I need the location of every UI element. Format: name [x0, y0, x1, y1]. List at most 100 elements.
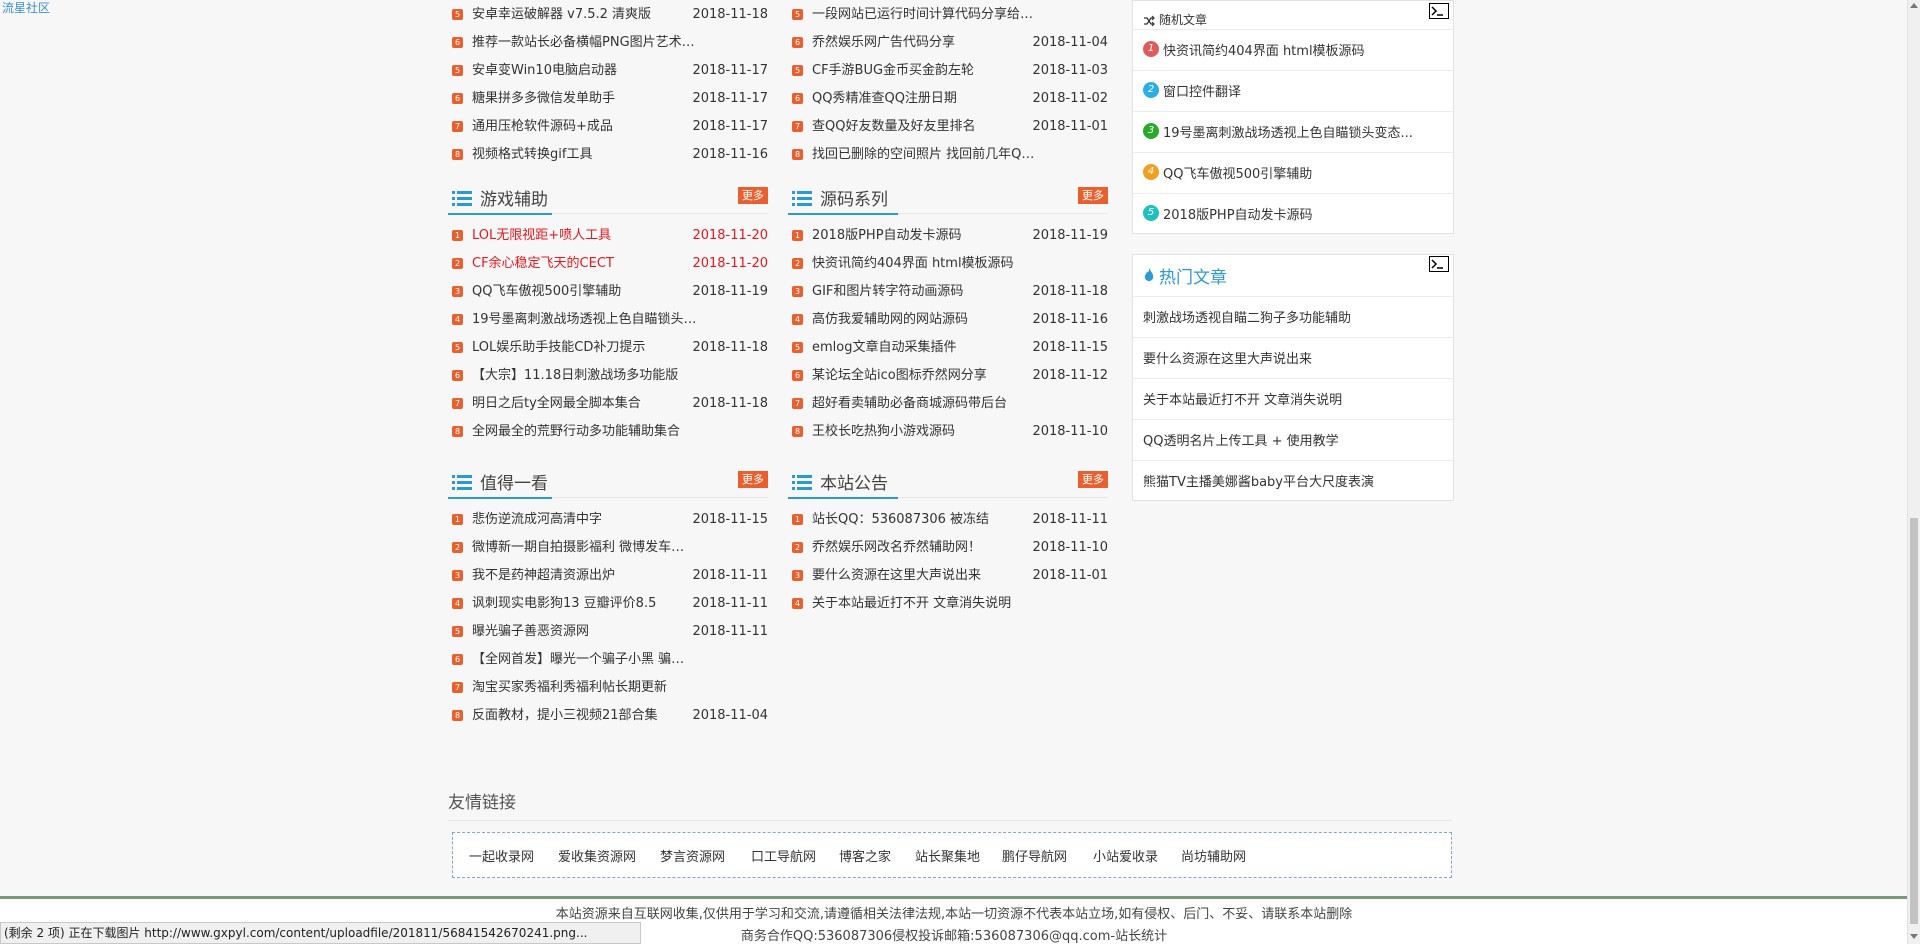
article-link[interactable]: 全网最全的荒野行动多功能辅助集合 — [472, 418, 697, 446]
friend-link[interactable]: 口工导航网 — [751, 846, 816, 865]
article-link[interactable]: 安卓幸运破解器 v7.5.2 清爽版 — [472, 1, 697, 29]
more-button[interactable]: 更多 — [738, 471, 768, 488]
list-item[interactable]: 5 CF手游BUG金币买金韵左轮 2018-11-03 — [788, 57, 1108, 85]
article-link[interactable]: 我不是药神超清资源出炉 — [472, 562, 697, 590]
article-link[interactable]: LOL无限视距+喷人工具 — [472, 222, 697, 250]
article-link[interactable]: 微博新一期自拍摄影福利 微博发车停不下来 — [472, 534, 697, 562]
article-link[interactable]: 站长QQ：536087306 被冻结 — [812, 506, 1037, 534]
list-item[interactable]: 3 我不是药神超清资源出炉 2018-11-11 — [448, 562, 768, 590]
list-item[interactable]: 1 LOL无限视距+喷人工具 2018-11-20 — [448, 222, 768, 250]
article-link[interactable]: 超好看卖辅助必备商城源码带后台 — [812, 390, 1037, 418]
hot-article-item[interactable]: 关于本站最近打不开 文章消失说明 — [1133, 378, 1453, 419]
list-item[interactable]: 3 要什么资源在这里大声说出来 2018-11-01 — [788, 562, 1108, 590]
hot-article-item[interactable]: QQ透明名片上传工具 + 使用教学 — [1133, 419, 1453, 460]
article-link[interactable]: 一段网站已运行时间计算代码分享给大家 — [812, 1, 1037, 29]
article-link[interactable]: 要什么资源在这里大声说出来 — [812, 562, 1037, 590]
list-item[interactable]: 8 视频格式转换gif工具 2018-11-16 — [448, 141, 768, 169]
article-link[interactable]: 淘宝买家秀福利秀福利帖长期更新 — [472, 674, 697, 702]
list-item[interactable]: 7 查QQ好友数量及好友里排名 2018-11-01 — [788, 113, 1108, 141]
friend-link[interactable]: 一起收录网 — [469, 846, 534, 865]
random-article-item[interactable]: 3 19号墨离刺激战场透视上色自瞄锁头变态... — [1133, 111, 1453, 152]
article-link[interactable]: 刺激战场透视自瞄二狗子多功能辅助 — [1143, 307, 1428, 326]
scroll-down-arrow-icon[interactable] — [1910, 934, 1918, 939]
list-item[interactable]: 5 一段网站已运行时间计算代码分享给大家 — [788, 1, 1108, 29]
list-item[interactable]: 1 悲伤逆流成河高清中字 2018-11-15 — [448, 506, 768, 534]
list-item[interactable]: 2 快资讯简约404界面 html模板源码 — [788, 250, 1108, 278]
article-link[interactable]: 明日之后ty全网最全脚本集合 — [472, 390, 697, 418]
article-link[interactable]: 王校长吃热狗小游戏源码 — [812, 418, 1037, 446]
article-link[interactable]: 高仿我爱辅助网的网站源码 — [812, 306, 1037, 334]
random-article-item[interactable]: 1 快资讯简约404界面 html模板源码 — [1133, 29, 1453, 70]
list-item[interactable]: 4 19号墨离刺激战场透视上色自瞄锁头变态脚本 — [448, 306, 768, 334]
list-item[interactable]: 7 通用压枪软件源码+成品 2018-11-17 — [448, 113, 768, 141]
article-link[interactable]: 19号墨离刺激战场透视上色自瞄锁头变态脚本 — [472, 306, 697, 334]
more-button[interactable]: 更多 — [738, 187, 768, 204]
article-link[interactable]: 通用压枪软件源码+成品 — [472, 113, 697, 141]
article-link[interactable]: 反面教材，提小三视频21部合集 — [472, 702, 697, 730]
more-button[interactable]: 更多 — [1078, 471, 1108, 488]
list-item[interactable]: 6 乔然娱乐网广告代码分享 2018-11-04 — [788, 29, 1108, 57]
list-item[interactable]: 5 LOL娱乐助手技能CD补刀提示 2018-11-18 — [448, 334, 768, 362]
random-article-item[interactable]: 5 2018版PHP自动发卡源码 — [1133, 193, 1453, 234]
terminal-icon[interactable] — [1429, 256, 1449, 272]
article-link[interactable]: 曝光骗子善恶资源网 — [472, 618, 697, 646]
article-link[interactable]: QQ透明名片上传工具 + 使用教学 — [1143, 430, 1428, 449]
friend-link[interactable]: 爱收集资源网 — [558, 846, 636, 865]
article-link[interactable]: 推荐一款站长必备横幅PNG图片艺术字在线... — [472, 29, 697, 57]
list-item[interactable]: 4 关于本站最近打不开 文章消失说明 — [788, 590, 1108, 618]
random-article-item[interactable]: 4 QQ飞车傲视500引擎辅助 — [1133, 152, 1453, 193]
article-link[interactable]: 关于本站最近打不开 文章消失说明 — [812, 590, 1037, 618]
article-link[interactable]: 熊猫TV主播美娜酱baby平台大尺度表演 — [1143, 471, 1428, 490]
article-link[interactable]: 视频格式转换gif工具 — [472, 141, 697, 169]
friend-link[interactable]: 小站爱收录 — [1093, 846, 1158, 865]
article-link[interactable]: 2018版PHP自动发卡源码 — [1163, 204, 1448, 223]
article-link[interactable]: QQ飞车傲视500引擎辅助 — [1163, 163, 1448, 182]
list-item[interactable]: 8 全网最全的荒野行动多功能辅助集合 — [448, 418, 768, 446]
article-link[interactable]: CF余心稳定飞天的CECT — [472, 250, 697, 278]
list-item[interactable]: 7 超好看卖辅助必备商城源码带后台 — [788, 390, 1108, 418]
hot-article-item[interactable]: 要什么资源在这里大声说出来 — [1133, 337, 1453, 378]
article-link[interactable]: 乔然娱乐网改名乔然辅助网！ — [812, 534, 1037, 562]
list-item[interactable]: 5 安卓幸运破解器 v7.5.2 清爽版 2018-11-18 — [448, 1, 768, 29]
list-item[interactable]: 5 安卓变Win10电脑启动器 2018-11-17 — [448, 57, 768, 85]
list-item[interactable]: 2 微博新一期自拍摄影福利 微博发车停不下来 — [448, 534, 768, 562]
article-link[interactable]: 安卓变Win10电脑启动器 — [472, 57, 697, 85]
list-item[interactable]: 6 【大宗】11.18日刺激战场多功能版 — [448, 362, 768, 390]
article-link[interactable]: 要什么资源在这里大声说出来 — [1143, 348, 1428, 367]
terminal-icon[interactable] — [1429, 3, 1449, 19]
article-link[interactable]: CF手游BUG金币买金韵左轮 — [812, 57, 1037, 85]
list-item[interactable]: 5 emlog文章自动采集插件 2018-11-15 — [788, 334, 1108, 362]
article-link[interactable]: QQ秀精准查QQ注册日期 — [812, 85, 1037, 113]
article-link[interactable]: 2018版PHP自动发卡源码 — [812, 222, 1037, 250]
friend-link[interactable]: 博客之家 — [839, 846, 891, 865]
list-item[interactable]: 6 糖果拼多多微信发单助手 2018-11-17 — [448, 85, 768, 113]
list-item[interactable]: 7 明日之后ty全网最全脚本集合 2018-11-18 — [448, 390, 768, 418]
friend-link[interactable]: 鹏仔导航网 — [1002, 846, 1067, 865]
article-link[interactable]: 查QQ好友数量及好友里排名 — [812, 113, 1037, 141]
article-link[interactable]: 关于本站最近打不开 文章消失说明 — [1143, 389, 1428, 408]
scroll-up-arrow-icon[interactable] — [1910, 3, 1918, 8]
article-link[interactable]: LOL娱乐助手技能CD补刀提示 — [472, 334, 697, 362]
article-link[interactable]: 快资讯简约404界面 html模板源码 — [1163, 40, 1448, 59]
list-item[interactable]: 3 QQ飞车傲视500引擎辅助 2018-11-19 — [448, 278, 768, 306]
list-item[interactable]: 6 【全网首发】曝光一个骗子小黑 骗了1000+ — [448, 646, 768, 674]
list-item[interactable]: 3 GIF和图片转字符动画源码 2018-11-18 — [788, 278, 1108, 306]
list-item[interactable]: 2 CF余心稳定飞天的CECT 2018-11-20 — [448, 250, 768, 278]
article-link[interactable]: 19号墨离刺激战场透视上色自瞄锁头变态... — [1163, 122, 1448, 141]
list-item[interactable]: 1 2018版PHP自动发卡源码 2018-11-19 — [788, 222, 1108, 250]
list-item[interactable]: 1 站长QQ：536087306 被冻结 2018-11-11 — [788, 506, 1108, 534]
list-item[interactable]: 8 反面教材，提小三视频21部合集 2018-11-04 — [448, 702, 768, 730]
list-item[interactable]: 8 找回已删除的空间照片 找回前几年QQ空间... — [788, 141, 1108, 169]
article-link[interactable]: 某论坛全站ico图标乔然网分享 — [812, 362, 1037, 390]
article-link[interactable]: QQ飞车傲视500引擎辅助 — [472, 278, 697, 306]
list-item[interactable]: 6 某论坛全站ico图标乔然网分享 2018-11-12 — [788, 362, 1108, 390]
article-link[interactable]: 糖果拼多多微信发单助手 — [472, 85, 697, 113]
article-link[interactable]: 乔然娱乐网广告代码分享 — [812, 29, 1037, 57]
scrollbar-thumb[interactable] — [1910, 518, 1918, 924]
friend-link[interactable]: 梦言资源网 — [660, 846, 725, 865]
article-link[interactable]: 窗口控件翻译 — [1163, 81, 1448, 100]
random-article-item[interactable]: 2 窗口控件翻译 — [1133, 70, 1453, 111]
list-item[interactable]: 7 淘宝买家秀福利秀福利帖长期更新 — [448, 674, 768, 702]
list-item[interactable]: 6 QQ秀精准查QQ注册日期 2018-11-02 — [788, 85, 1108, 113]
list-item[interactable]: 2 乔然娱乐网改名乔然辅助网！ 2018-11-10 — [788, 534, 1108, 562]
